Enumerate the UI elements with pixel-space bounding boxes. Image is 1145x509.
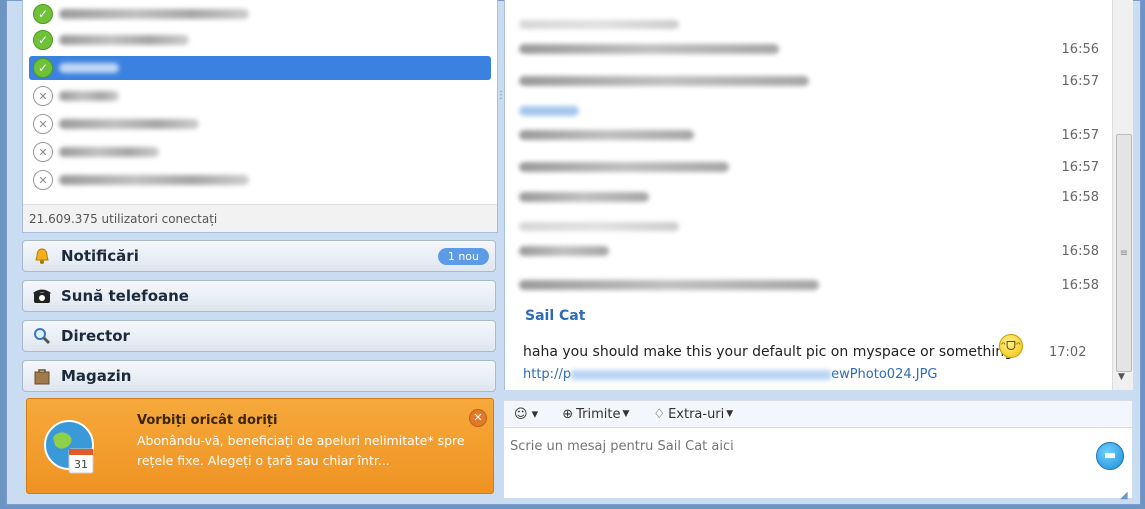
chat-message: 16:58 bbox=[519, 240, 1099, 262]
check-icon: ✓ bbox=[33, 30, 53, 50]
x-icon: ✕ bbox=[33, 114, 53, 134]
extras-button[interactable]: ♢ Extra-uri ▼ bbox=[653, 407, 733, 422]
chat-message: 16:58 bbox=[519, 274, 1099, 296]
send-file-icon: ⊕ bbox=[562, 406, 574, 422]
bell-icon bbox=[31, 245, 53, 267]
x-icon: ✕ bbox=[33, 142, 53, 162]
chat-message: 16:57 bbox=[519, 70, 1099, 92]
message-time: 16:58 bbox=[1061, 190, 1099, 205]
laughing-emoticon-icon: ᵔᗜᵔ bbox=[999, 334, 1023, 358]
chat-bubble-icon: ▬ bbox=[1103, 448, 1117, 463]
contact-name bbox=[59, 63, 119, 73]
chat-message: 16:56 bbox=[519, 38, 1099, 60]
chat-message bbox=[519, 216, 1099, 238]
promo-title[interactable]: Vorbiți oricât doriți bbox=[137, 413, 277, 428]
contact-item[interactable]: ✕ bbox=[29, 168, 491, 192]
calendar-number: 31 bbox=[74, 458, 88, 471]
contact-name bbox=[59, 147, 159, 157]
panel-splitter-handle[interactable]: ⋮ bbox=[496, 90, 506, 110]
chat-scrollbar[interactable]: ≡ ▼ bbox=[1112, 0, 1133, 390]
message-text: haha you should make this your default p… bbox=[523, 344, 1014, 360]
chat-message bbox=[519, 100, 1099, 122]
section-directory[interactable]: Director bbox=[22, 320, 496, 352]
message-input-area: ▬ bbox=[504, 428, 1132, 498]
smiley-icon: ☺ ▾ bbox=[514, 406, 539, 422]
notifications-badge: 1 nou bbox=[437, 248, 489, 265]
message-toolbar: ☺ ▾ ⊕ Trimite ▼ ♢ Extra-uri ▼ bbox=[504, 400, 1132, 427]
message-time: 16:58 bbox=[1061, 278, 1099, 293]
check-icon: ✓ bbox=[33, 4, 53, 24]
message-time: 17:02 bbox=[1049, 345, 1087, 360]
contact-item[interactable]: ✕ bbox=[29, 140, 491, 164]
x-icon: ✕ bbox=[33, 170, 53, 190]
extras-label: Extra-uri bbox=[668, 406, 725, 422]
section-notifications[interactable]: Notificări 1 nou bbox=[22, 240, 496, 272]
chat-message: 16:58 bbox=[519, 186, 1099, 208]
section-call-phones[interactable]: Sună telefoane bbox=[22, 280, 496, 312]
link-prefix: http://p bbox=[523, 367, 572, 382]
chat-message: 16:57 bbox=[519, 124, 1099, 146]
contact-name bbox=[59, 119, 199, 129]
send-file-label: Trimite bbox=[576, 406, 621, 422]
send-message-button[interactable]: ▬ bbox=[1096, 442, 1124, 470]
contact-name bbox=[59, 175, 249, 185]
message-time: 16:57 bbox=[1061, 74, 1099, 89]
link-suffix: ewPhoto024.JPG bbox=[831, 367, 938, 382]
message-input[interactable] bbox=[508, 434, 1072, 458]
close-icon[interactable]: ✕ bbox=[469, 409, 487, 427]
contact-item-selected[interactable]: ✓ bbox=[29, 56, 491, 80]
users-online-count: 21.609.375 utilizatori conectați bbox=[23, 204, 497, 232]
contact-item[interactable]: ✕ bbox=[29, 112, 491, 136]
chat-message: 16:57 bbox=[519, 156, 1099, 178]
photo-link[interactable]: http://p ewPhoto024.JPG bbox=[523, 367, 937, 382]
contact-name bbox=[59, 35, 189, 45]
scroll-thumb[interactable]: ≡ bbox=[1116, 134, 1132, 372]
shop-label: Magazin bbox=[61, 367, 132, 385]
message-sender: Sail Cat bbox=[525, 308, 586, 324]
scroll-down-arrow-icon[interactable]: ▼ bbox=[1118, 372, 1125, 382]
send-file-button[interactable]: ⊕ Trimite ▼ bbox=[562, 407, 629, 422]
promo-text: Abonându-vă, beneficiați de apeluri neli… bbox=[137, 433, 465, 468]
extras-icon: ♢ bbox=[653, 406, 666, 422]
notifications-label: Notificări bbox=[61, 247, 139, 265]
x-icon: ✕ bbox=[33, 86, 53, 106]
phone-icon bbox=[31, 285, 53, 307]
call-phones-label: Sună telefoane bbox=[61, 287, 189, 305]
globe-calendar-icon: 31 bbox=[39, 415, 103, 479]
chat-message bbox=[519, 14, 1099, 36]
message-time: 16:56 bbox=[1061, 42, 1099, 57]
contact-item[interactable]: ✕ bbox=[29, 84, 491, 108]
left-panel: ✓ ✓ ✓ ✕ ✕ ✕ ✕ 21.609.375 utilizatori con… bbox=[22, 0, 498, 500]
section-shop[interactable]: Magazin bbox=[22, 360, 496, 392]
contact-list: ✓ ✓ ✓ ✕ ✕ ✕ ✕ 21.609.375 utilizatori con… bbox=[22, 0, 498, 233]
contact-item[interactable]: ✓ bbox=[29, 28, 491, 52]
chevron-down-icon: ▼ bbox=[622, 409, 630, 419]
contact-name bbox=[59, 9, 249, 19]
directory-label: Director bbox=[61, 327, 130, 345]
promo-banner[interactable]: 31 Vorbiți oricât doriți Abonându-vă, be… bbox=[26, 398, 494, 494]
chat-history: 16:56 16:57 16:57 16:57 16:58 16:58 16:5… bbox=[504, 0, 1117, 390]
message-time: 16:57 bbox=[1061, 160, 1099, 175]
message-time: 16:58 bbox=[1061, 244, 1099, 259]
resize-grip-icon[interactable]: ◢ bbox=[1120, 490, 1128, 501]
message-time: 16:57 bbox=[1061, 128, 1099, 143]
emoticon-button[interactable]: ☺ ▾ bbox=[514, 407, 538, 422]
chevron-down-icon: ▼ bbox=[726, 409, 734, 419]
bag-icon bbox=[31, 365, 53, 387]
contact-name bbox=[59, 91, 119, 101]
magnifier-icon bbox=[31, 325, 53, 347]
contact-item[interactable]: ✓ bbox=[29, 2, 491, 26]
check-icon: ✓ bbox=[33, 58, 53, 78]
